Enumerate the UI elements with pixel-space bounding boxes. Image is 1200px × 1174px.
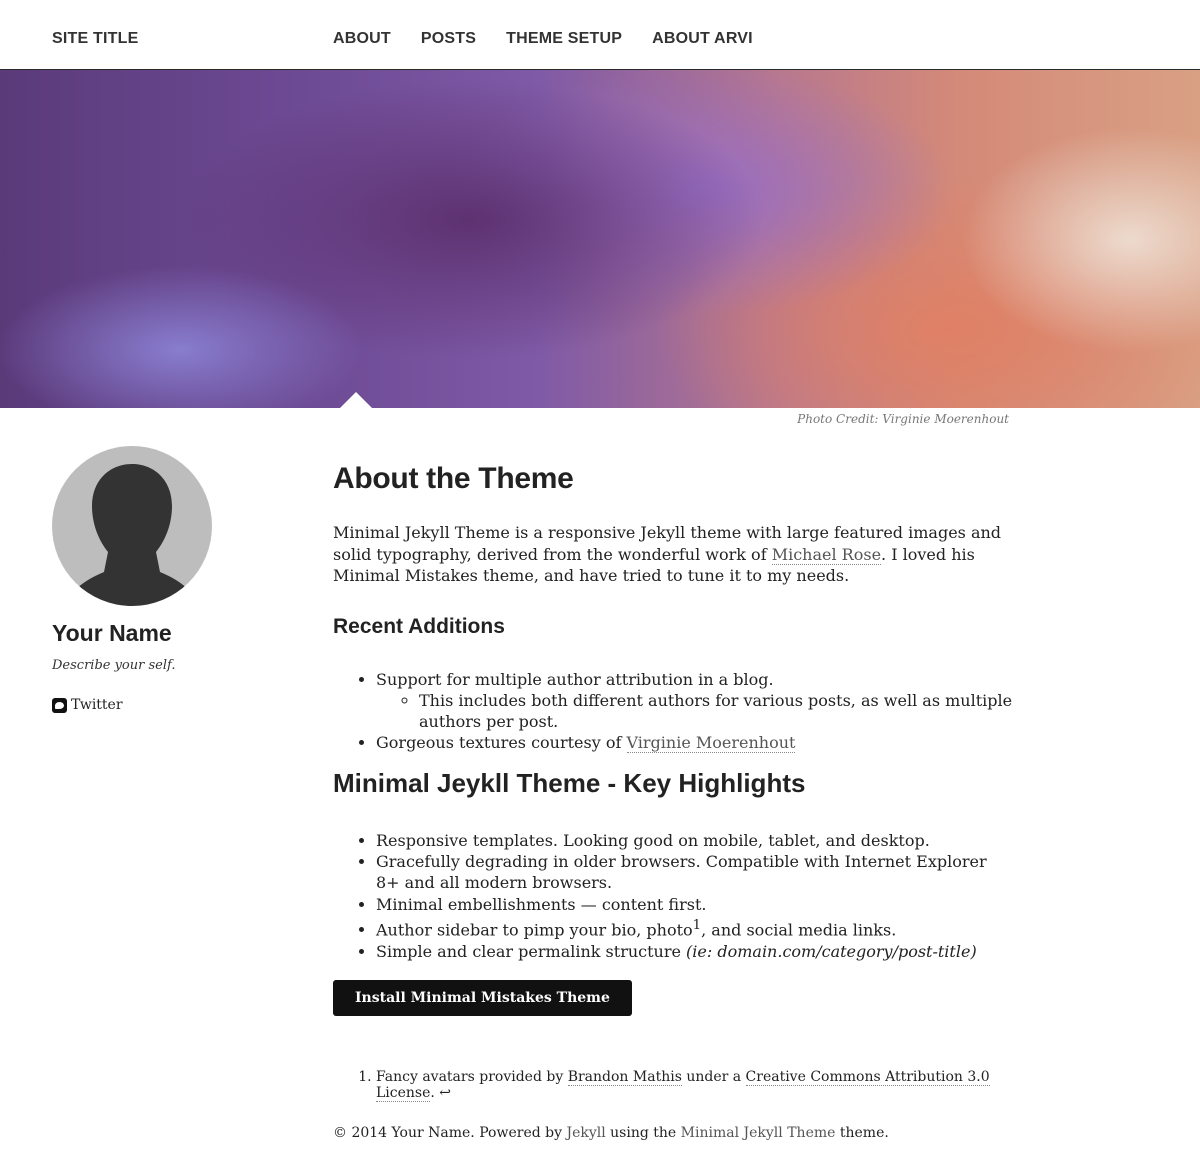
footnote-ref[interactable]: 1: [693, 918, 701, 933]
photo-credit-name[interactable]: Virginie Moerenhout: [882, 412, 1009, 426]
install-theme-button[interactable]: Install Minimal Mistakes Theme: [333, 979, 632, 1016]
photo-credit: Photo Credit: Virginie Moerenhout: [797, 412, 1009, 426]
footnote-return-icon[interactable]: ↩: [439, 1085, 451, 1101]
author-name: Your Name: [52, 620, 172, 646]
list-item: Simple and clear permalink structure (ie…: [376, 941, 1013, 962]
highlight-5-before: Simple and clear permalink structure: [376, 941, 687, 961]
highlight-1: Responsive templates. Looking good on mo…: [376, 830, 930, 850]
main-nav: ABOUT POSTS THEME SETUP ABOUT ARVI: [333, 30, 753, 48]
theme-link[interactable]: Minimal Jekyll Theme: [681, 1125, 836, 1141]
recent-additions-heading: Recent Additions: [333, 614, 505, 638]
twitter-link[interactable]: Twitter: [52, 697, 123, 713]
footnote-text-after: .: [430, 1085, 435, 1101]
list-item: Gracefully degrading in older browsers. …: [376, 851, 1013, 894]
photo-credit-label: Photo Credit:: [797, 412, 879, 426]
list-item: This includes both different authors for…: [419, 690, 1013, 733]
footnote-item: Fancy avatars provided by Brandon Mathis…: [376, 1069, 1033, 1102]
featured-image: [0, 70, 1200, 408]
list-item: Gorgeous textures courtesy of Virginie M…: [376, 732, 1013, 754]
recent-item-1: Support for multiple author attribution …: [376, 669, 774, 689]
recent-additions-list: Support for multiple author attribution …: [333, 669, 1013, 754]
footer-text-before: © 2014 Your Name. Powered by: [333, 1125, 567, 1141]
list-item: Responsive templates. Looking good on mo…: [376, 830, 1013, 851]
avatar-silhouette-icon: [64, 464, 200, 606]
page-footer: © 2014 Your Name. Powered by Jekyll usin…: [333, 1125, 889, 1141]
highlight-4-before: Author sidebar to pimp your bio, photo: [376, 920, 693, 940]
highlights-list: Responsive templates. Looking good on mo…: [333, 830, 1013, 962]
footnotes: Fancy avatars provided by Brandon Mathis…: [333, 1069, 1033, 1102]
author-bio: Describe your self.: [52, 658, 176, 673]
intro-paragraph: Minimal Jekyll Theme is a responsive Jek…: [333, 522, 1013, 587]
list-item: Support for multiple author attribution …: [376, 669, 1013, 733]
twitter-icon: [52, 697, 67, 713]
highlight-3: Minimal embellishments — content first.: [376, 894, 707, 914]
site-title-link[interactable]: SITE TITLE: [52, 30, 138, 48]
footnotes-list: Fancy avatars provided by Brandon Mathis…: [333, 1069, 1033, 1102]
recent-item-2-text: Gorgeous textures courtesy of: [376, 733, 627, 753]
top-navigation-bar: SITE TITLE ABOUT POSTS THEME SETUP ABOUT…: [0, 0, 1200, 70]
twitter-label: Twitter: [71, 697, 123, 713]
highlight-2: Gracefully degrading in older browsers. …: [376, 851, 987, 893]
hero-notch: [340, 392, 372, 408]
michael-rose-link[interactable]: Michael Rose: [771, 544, 882, 565]
footnote-text-before: Fancy avatars provided by: [376, 1069, 568, 1085]
footer-text-after: theme.: [835, 1125, 889, 1141]
jekyll-link[interactable]: Jekyll: [566, 1125, 605, 1141]
highlight-4-after: , and social media links.: [701, 920, 897, 940]
virginie-moerenhout-link[interactable]: Virginie Moerenhout: [626, 733, 796, 754]
author-avatar: [52, 446, 212, 606]
main-content: About the Theme Minimal Jekyll Theme is …: [333, 462, 1013, 1016]
recent-item-1-sub: This includes both different authors for…: [419, 690, 1013, 732]
page-title: About the Theme: [333, 462, 574, 495]
list-item: Minimal embellishments — content first.: [376, 894, 1013, 915]
list-item: Author sidebar to pimp your bio, photo1,…: [376, 915, 1013, 941]
nested-list: This includes both different authors for…: [376, 690, 1013, 733]
nav-posts[interactable]: POSTS: [421, 30, 476, 48]
footnote-text-middle: under a: [681, 1069, 746, 1085]
highlights-heading: Minimal Jeykll Theme - Key Highlights: [333, 767, 806, 798]
nav-about-arvi[interactable]: ABOUT ARVI: [652, 30, 753, 48]
nav-about[interactable]: ABOUT: [333, 30, 391, 48]
nav-theme-setup[interactable]: THEME SETUP: [506, 30, 622, 48]
brandon-mathis-link[interactable]: Brandon Mathis: [567, 1069, 682, 1086]
highlight-5-example: (ie: domain.com/category/post-title): [686, 941, 977, 961]
footer-text-middle: using the: [605, 1125, 681, 1141]
